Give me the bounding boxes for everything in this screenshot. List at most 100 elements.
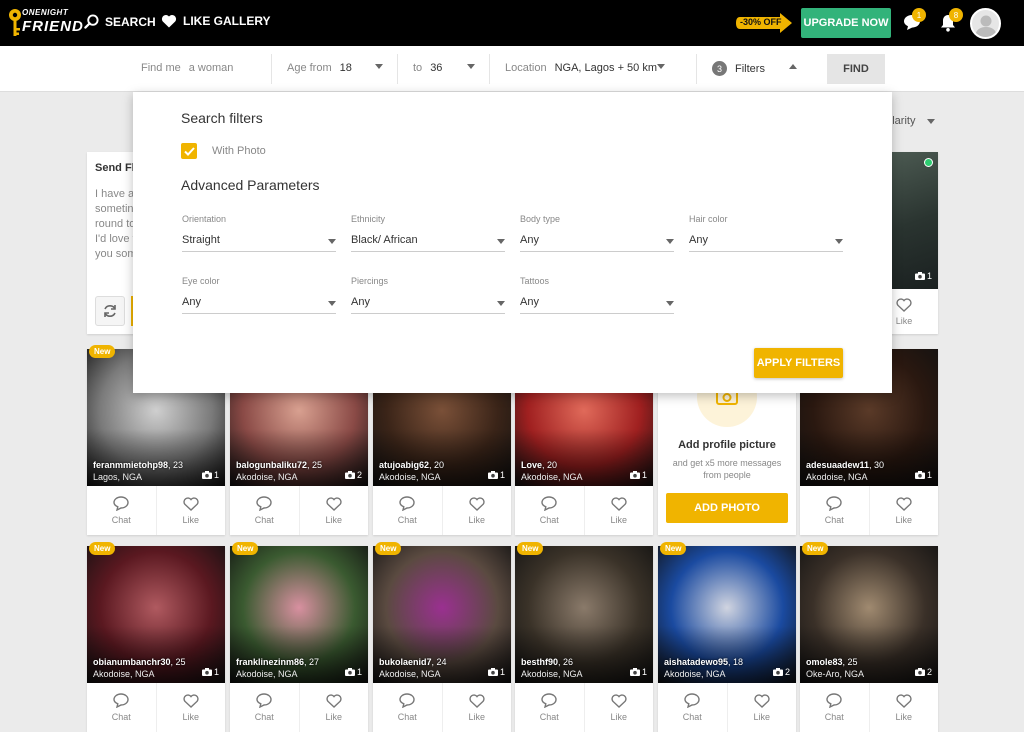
profile-username: omole83: [806, 657, 843, 667]
profile-card[interactable]: bukolaenid7, 24 Akodoise, NGA 1 New Chat Like: [373, 542, 511, 732]
profile-name: feranmmietohp98, 23: [93, 460, 183, 470]
chat-button[interactable]: Chat: [373, 486, 442, 535]
chat-button[interactable]: Chat: [230, 486, 299, 535]
heart-outline-icon: [611, 496, 627, 511]
profile-actions: Chat Like: [373, 683, 511, 732]
profile-card[interactable]: obianumbanchr30, 25 Akodoise, NGA 1 New Chat…: [87, 542, 226, 732]
chat-bubble-icon: [399, 693, 415, 708]
profile-location: Akodoise, NGA: [379, 472, 441, 482]
chat-button[interactable]: Chat: [515, 683, 584, 732]
camera-icon: [914, 272, 925, 280]
chevron-down-icon: [328, 301, 336, 306]
profile-actions: Chat Like: [515, 683, 653, 732]
heart-outline-icon: [183, 693, 199, 708]
ethnicity-select[interactable]: Ethnicity Black/ African: [351, 214, 505, 252]
profile-name: bukolaenid7, 24: [379, 657, 447, 667]
apply-filters-button[interactable]: APPLY FILTERS: [754, 348, 843, 378]
chat-bubble-icon: [256, 693, 272, 708]
location-label: Location: [505, 62, 547, 74]
eye-color-select[interactable]: Eye color Any: [182, 276, 336, 314]
chat-button[interactable]: Chat: [658, 683, 727, 732]
like-button[interactable]: Like: [583, 486, 654, 535]
chat-button[interactable]: Chat: [373, 683, 442, 732]
like-button[interactable]: Like: [441, 486, 512, 535]
photo-count: 1: [487, 470, 505, 480]
chat-label: Chat: [539, 515, 559, 525]
location-field[interactable]: Location NGA, Lagos + 50 km: [505, 62, 657, 74]
profile-photo[interactable]: besthf90, 26 Akodoise, NGA 1: [515, 546, 653, 683]
location-chevron-icon[interactable]: [657, 64, 665, 69]
like-button[interactable]: Like: [155, 683, 226, 732]
piercings-select[interactable]: Piercings Any: [351, 276, 505, 314]
chevron-down-icon: [497, 301, 505, 306]
upgrade-button[interactable]: UPGRADE NOW: [801, 8, 891, 38]
chat-button[interactable]: Chat: [515, 486, 584, 535]
body-type-select[interactable]: Body type Any: [520, 214, 674, 252]
nav-like-gallery[interactable]: LIKE GALLERY: [161, 14, 271, 28]
age-to-field[interactable]: to 36: [413, 62, 442, 74]
profile-photo[interactable]: omole83, 25 Oke-Aro, NGA 2: [800, 546, 938, 683]
with-photo-checkbox[interactable]: [181, 143, 197, 159]
filters-toggle[interactable]: 3 Filters: [712, 61, 765, 76]
like-label: Like: [182, 514, 199, 525]
chat-button[interactable]: Chat: [800, 486, 869, 535]
heart-outline-icon: [326, 693, 342, 708]
profile-photo[interactable]: obianumbanchr30, 25 Akodoise, NGA 1: [87, 546, 225, 683]
like-button[interactable]: Like: [583, 683, 654, 732]
profile-card[interactable]: omole83, 25 Oke-Aro, NGA 2 New Chat Like: [800, 542, 939, 732]
discount-badge[interactable]: -30% OFF: [736, 13, 794, 33]
chat-bubble-icon: [256, 496, 272, 511]
like-button[interactable]: Like: [868, 683, 939, 732]
user-avatar[interactable]: [970, 8, 1001, 39]
orientation-select[interactable]: Orientation Straight: [182, 214, 336, 252]
chat-button[interactable]: Chat: [800, 683, 869, 732]
refresh-button[interactable]: [95, 296, 125, 326]
age-to-chevron-icon[interactable]: [467, 64, 475, 69]
chat-button[interactable]: Chat: [87, 683, 156, 732]
like-button[interactable]: Like: [298, 683, 369, 732]
heart-outline-icon: [469, 496, 485, 511]
chat-bubble-icon: [826, 496, 842, 511]
like-label: Like: [895, 711, 912, 722]
like-button[interactable]: Like: [155, 486, 226, 535]
logo[interactable]: ONENIGHT FRIEND: [8, 6, 83, 40]
hair-color-select[interactable]: Hair color Any: [689, 214, 843, 252]
heart-outline-icon: [896, 297, 912, 312]
like-button[interactable]: Like: [441, 683, 512, 732]
like-button[interactable]: Like: [868, 486, 939, 535]
photo-count-value: 1: [926, 271, 932, 281]
flirt-text-line: you som: [95, 248, 137, 260]
age-from-chevron-icon[interactable]: [375, 64, 383, 69]
profile-age: , 25: [307, 460, 323, 470]
add-photo-button[interactable]: ADD PHOTO: [666, 493, 788, 523]
like-button[interactable]: Like: [298, 486, 369, 535]
profile-card[interactable]: aishatadewo95, 18 Akodoise, NGA 2 New Chat Li…: [658, 542, 797, 732]
camera-icon: [487, 471, 498, 479]
nav-search[interactable]: SEARCH: [84, 14, 156, 29]
chat-button[interactable]: Chat: [87, 486, 156, 535]
profile-photo[interactable]: franklinezinm86, 27 Akodoise, NGA 1: [230, 546, 368, 683]
heart-outline-icon: [754, 693, 770, 708]
location-value: NGA, Lagos + 50 km: [554, 62, 658, 74]
photo-count: 1: [629, 470, 647, 480]
camera-icon: [487, 668, 498, 676]
profile-card[interactable]: besthf90, 26 Akodoise, NGA 1 New Chat Like: [515, 542, 653, 732]
chat-button[interactable]: Chat: [230, 683, 299, 732]
age-from-field[interactable]: Age from 18: [287, 62, 352, 74]
profile-photo[interactable]: bukolaenid7, 24 Akodoise, NGA 1: [373, 546, 511, 683]
photo-count: 1: [629, 667, 647, 677]
tattoos-select[interactable]: Tattoos Any: [520, 276, 674, 314]
body-type-label: Body type: [520, 214, 561, 224]
profile-age: , 20: [429, 460, 445, 470]
profile-actions: Chat Like: [515, 486, 653, 535]
find-button[interactable]: FIND: [827, 54, 885, 84]
filters-chevron-up-icon[interactable]: [789, 64, 797, 69]
profile-photo[interactable]: aishatadewo95, 18 Akodoise, NGA 2: [658, 546, 796, 683]
chevron-down-icon: [666, 239, 674, 244]
find-me-field[interactable]: Find me a woman: [141, 62, 233, 74]
new-badge: New: [517, 542, 544, 555]
profile-card[interactable]: franklinezinm86, 27 Akodoise, NGA 1 New Chat…: [230, 542, 369, 732]
like-button[interactable]: Like: [726, 683, 797, 732]
chat-bubble-icon: [826, 693, 842, 708]
chat-label: Chat: [539, 712, 559, 722]
